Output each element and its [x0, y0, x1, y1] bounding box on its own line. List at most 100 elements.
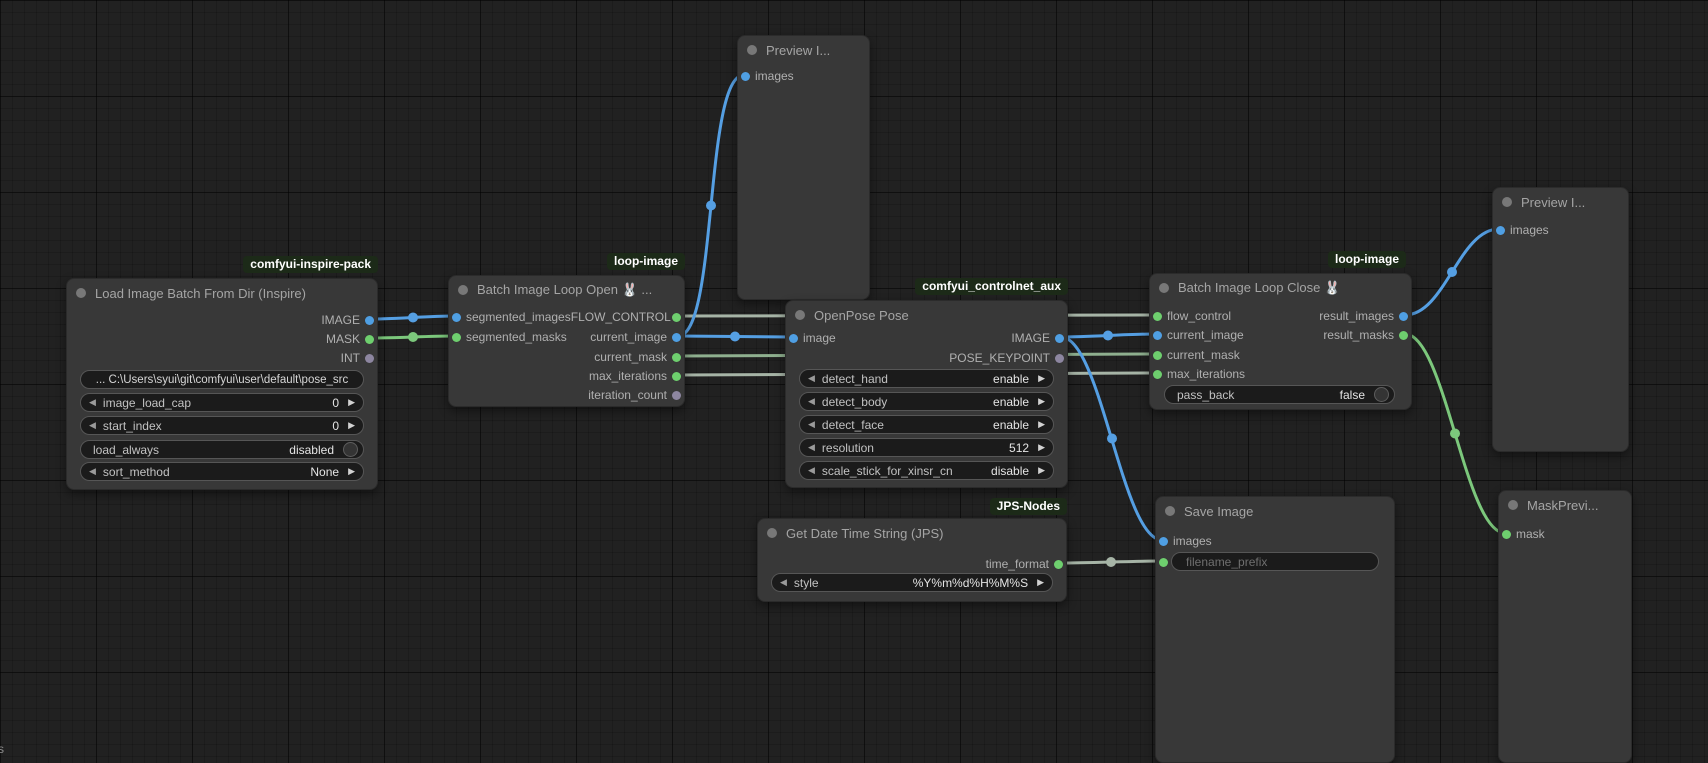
output-port-mask[interactable]	[365, 335, 374, 344]
widget-image-load-cap[interactable]: ◀ image_load_cap 0 ▶	[80, 393, 364, 412]
input-port-max-iterations[interactable]	[1153, 370, 1162, 379]
output-port-current-image[interactable]	[672, 333, 681, 342]
toggle-icon[interactable]	[343, 442, 358, 457]
node-get-date-time-string[interactable]: Get Date Time String (JPS) time_format ◀…	[757, 518, 1067, 602]
increment-arrow-icon[interactable]: ▶	[348, 416, 355, 435]
next-option-arrow-icon[interactable]: ▶	[348, 462, 355, 481]
output-port-time-format[interactable]	[1054, 560, 1063, 569]
prev-option-arrow-icon[interactable]: ◀	[808, 369, 815, 388]
output-port-image[interactable]	[1055, 334, 1064, 343]
prev-option-arrow-icon[interactable]: ◀	[89, 462, 96, 481]
input-port-images[interactable]	[1496, 226, 1505, 235]
node-openpose-pose[interactable]: OpenPose Pose image IMAGE POSE_KEYPOINT …	[785, 300, 1068, 488]
node-title-bar[interactable]: MaskPrevi...	[1499, 491, 1631, 519]
input-port-images[interactable]	[1159, 537, 1168, 546]
node-title-bar[interactable]: OpenPose Pose	[786, 301, 1067, 329]
widget-resolution[interactable]: ◀ resolution 512 ▶	[799, 438, 1054, 457]
output-port-result-images[interactable]	[1399, 312, 1408, 321]
reroute-dot[interactable]	[1106, 557, 1116, 567]
next-option-arrow-icon[interactable]: ▶	[1038, 392, 1045, 411]
node-batch-image-loop-close[interactable]: Batch Image Loop Close 🐰 flow_control re…	[1149, 273, 1412, 410]
input-port-flow-control[interactable]	[1153, 312, 1162, 321]
node-badge-inspire-pack: comfyui-inspire-pack	[243, 256, 378, 273]
widget-load-always[interactable]: load_always disabled	[80, 440, 364, 459]
output-port-int[interactable]	[365, 354, 374, 363]
widget-start-index[interactable]: ◀ start_index 0 ▶	[80, 416, 364, 435]
widget-value: 0	[332, 419, 339, 433]
node-preview-image-right[interactable]: Preview I... images	[1492, 187, 1629, 452]
node-title-bar[interactable]: Batch Image Loop Close 🐰	[1150, 274, 1411, 302]
widget-detect-face[interactable]: ◀ detect_face enable ▶	[799, 415, 1054, 434]
input-port-image[interactable]	[789, 334, 798, 343]
next-option-arrow-icon[interactable]: ▶	[1037, 573, 1044, 592]
output-port-result-masks[interactable]	[1399, 331, 1408, 340]
prev-option-arrow-icon[interactable]: ◀	[808, 415, 815, 434]
prev-option-arrow-icon[interactable]: ◀	[808, 392, 815, 411]
widget-detect-body[interactable]: ◀ detect_body enable ▶	[799, 392, 1054, 411]
output-port-image[interactable]	[365, 316, 374, 325]
widget-directory[interactable]: ... C:\Users\syui\git\comfyui\user\defau…	[80, 370, 364, 389]
node-batch-image-loop-open[interactable]: Batch Image Loop Open 🐰 ... segmented_im…	[448, 275, 685, 407]
collapse-dot-icon[interactable]	[76, 288, 86, 298]
collapse-dot-icon[interactable]	[1502, 197, 1512, 207]
output-port-pose-keypoint[interactable]	[1055, 354, 1064, 363]
output-port-iteration-count[interactable]	[672, 391, 681, 400]
prev-option-arrow-icon[interactable]: ◀	[780, 573, 787, 592]
node-title-bar[interactable]: Get Date Time String (JPS)	[758, 519, 1066, 547]
node-graph-canvas[interactable]: { "canvas": { "corner_text": "s" }, "ico…	[0, 0, 1708, 763]
node-title-bar[interactable]: Load Image Batch From Dir (Inspire)	[67, 279, 377, 307]
prev-option-arrow-icon[interactable]: ◀	[808, 461, 815, 480]
decrement-arrow-icon[interactable]: ◀	[89, 393, 96, 412]
node-save-image[interactable]: Save Image images filename_prefix	[1155, 496, 1395, 763]
widget-style[interactable]: ◀ style %Y%m%d%H%M%S ▶	[771, 573, 1053, 592]
increment-arrow-icon[interactable]: ▶	[348, 393, 355, 412]
output-port-max-iterations[interactable]	[672, 372, 681, 381]
collapse-dot-icon[interactable]	[458, 285, 468, 295]
node-mask-preview[interactable]: MaskPrevi... mask	[1498, 490, 1632, 763]
input-port-current-image[interactable]	[1153, 331, 1162, 340]
widget-pass-back[interactable]: pass_back false	[1164, 385, 1395, 404]
port-row: current_image result_masks	[1150, 326, 1411, 344]
widget-filename-prefix[interactable]: filename_prefix	[1171, 552, 1379, 571]
reroute-dot[interactable]	[1447, 267, 1457, 277]
collapse-dot-icon[interactable]	[747, 45, 757, 55]
widget-detect-hand[interactable]: ◀ detect_hand enable ▶	[799, 369, 1054, 388]
collapse-dot-icon[interactable]	[1508, 500, 1518, 510]
node-load-image-batch[interactable]: Load Image Batch From Dir (Inspire) IMAG…	[66, 278, 378, 490]
node-title-bar[interactable]: Preview I...	[738, 36, 869, 64]
next-option-arrow-icon[interactable]: ▶	[1038, 369, 1045, 388]
collapse-dot-icon[interactable]	[767, 528, 777, 538]
reroute-dot[interactable]	[408, 313, 418, 323]
node-title-bar[interactable]: Batch Image Loop Open 🐰 ...	[449, 276, 684, 304]
reroute-dot[interactable]	[730, 332, 740, 342]
reroute-dot[interactable]	[1103, 331, 1113, 341]
collapse-dot-icon[interactable]	[1165, 506, 1175, 516]
output-port-current-mask[interactable]	[672, 353, 681, 362]
input-port-segmented-masks[interactable]	[452, 333, 461, 342]
toggle-icon[interactable]	[1374, 387, 1389, 402]
node-title-bar[interactable]: Preview I...	[1493, 188, 1628, 216]
node-title-bar[interactable]: Save Image	[1156, 497, 1394, 525]
input-port-images[interactable]	[741, 72, 750, 81]
next-option-arrow-icon[interactable]: ▶	[1038, 415, 1045, 434]
reroute-dot[interactable]	[1107, 434, 1117, 444]
input-port-filename-prefix[interactable]	[1159, 558, 1168, 567]
input-port-mask[interactable]	[1502, 530, 1511, 539]
node-title: Save Image	[1184, 504, 1253, 519]
increment-arrow-icon[interactable]: ▶	[1038, 438, 1045, 457]
collapse-dot-icon[interactable]	[795, 310, 805, 320]
next-option-arrow-icon[interactable]: ▶	[1038, 461, 1045, 480]
decrement-arrow-icon[interactable]: ◀	[89, 416, 96, 435]
widget-sort-method[interactable]: ◀ sort_method None ▶	[80, 462, 364, 481]
collapse-dot-icon[interactable]	[1159, 283, 1169, 293]
node-preview-image-top[interactable]: Preview I... images	[737, 35, 870, 300]
reroute-dot[interactable]	[408, 332, 418, 342]
widget-scale-stick[interactable]: ◀ scale_stick_for_xinsr_cn disable ▶	[799, 461, 1054, 480]
output-port-flow-control[interactable]	[672, 313, 681, 322]
reroute-dot[interactable]	[706, 201, 716, 211]
decrement-arrow-icon[interactable]: ◀	[808, 438, 815, 457]
reroute-dot[interactable]	[1450, 429, 1460, 439]
input-port-current-mask[interactable]	[1153, 351, 1162, 360]
input-port-segmented-images[interactable]	[452, 313, 461, 322]
widget-value: None	[310, 465, 339, 479]
